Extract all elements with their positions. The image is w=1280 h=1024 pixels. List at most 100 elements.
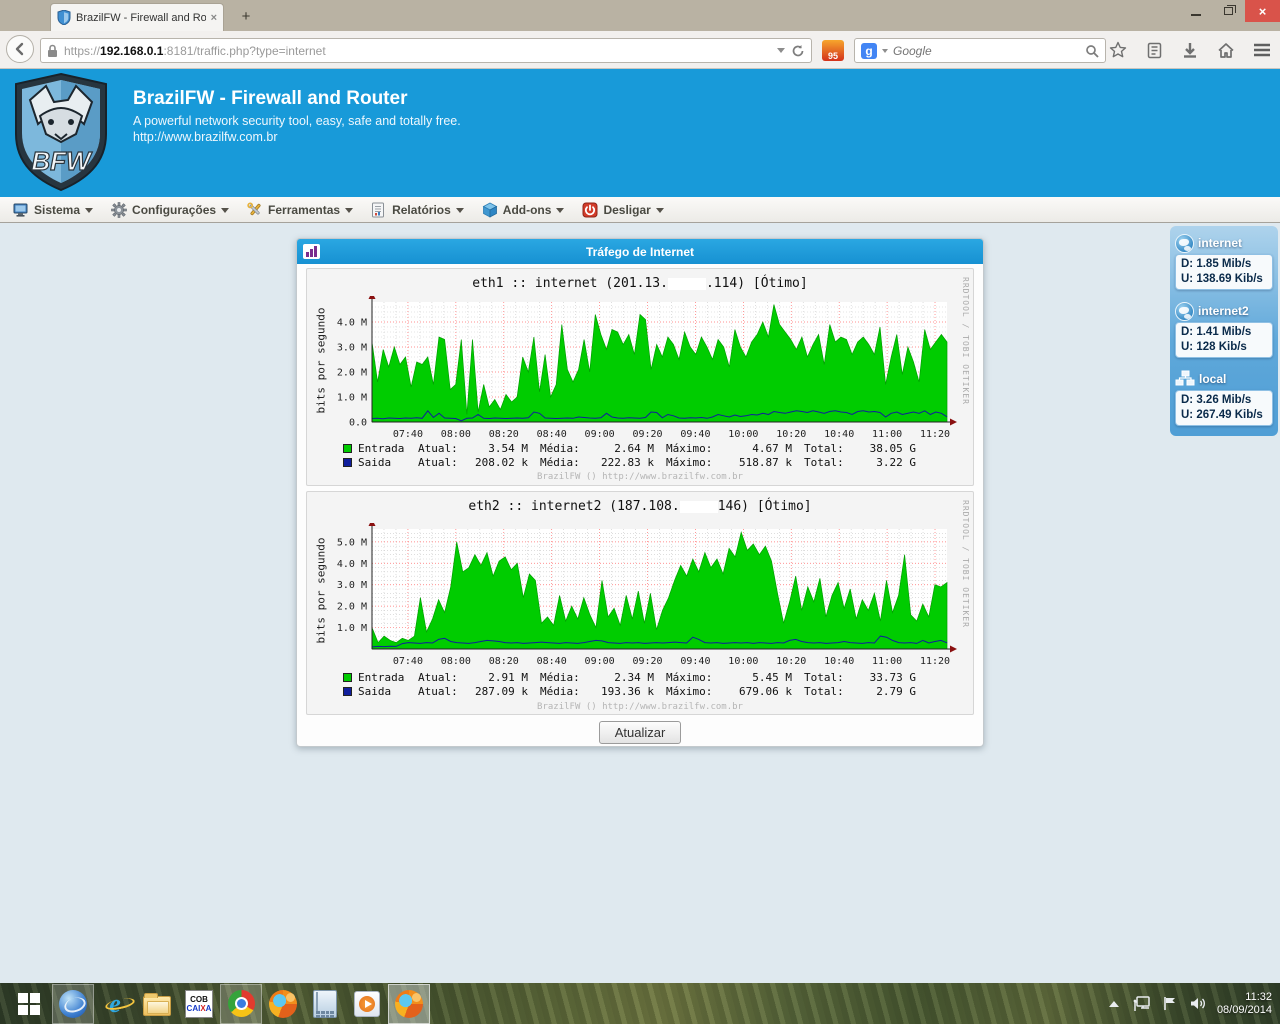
graph-legend: Entrada Atual: 3.54 M Média: 2.64 M Máximo… xyxy=(343,441,916,469)
browser-navbar: https://192.168.0.1:8181/traffic.php?typ… xyxy=(0,31,1280,69)
widget-local: local D: 3.26 Mib/s U: 267.49 Kib/s xyxy=(1175,368,1273,426)
traffic-panel: Tráfego de Internet eth1 :: internet (20… xyxy=(296,238,984,747)
back-arrow-icon xyxy=(15,42,24,56)
menu-hamburger-icon[interactable] xyxy=(1248,37,1276,63)
menu-configuracoes[interactable]: Configurações xyxy=(104,200,236,220)
browser-titlebar: BrazilFW - Firewall and Rou... × + × xyxy=(0,0,1280,31)
menu-relatorios[interactable]: Relatórios xyxy=(364,200,471,220)
extension-badge-icon[interactable]: 95 xyxy=(822,40,844,61)
censored-ip xyxy=(667,277,706,290)
menu-sistema[interactable]: Sistema xyxy=(6,200,100,220)
widget-internet2: internet2 D: 1.41 Mib/s U: 128 Kib/s xyxy=(1175,300,1273,358)
restore-button[interactable] xyxy=(1212,0,1245,22)
svg-text:10:00: 10:00 xyxy=(728,656,758,665)
browser-tab[interactable]: BrazilFW - Firewall and Rou... × xyxy=(50,3,224,31)
svg-text:09:20: 09:20 xyxy=(632,656,662,665)
taskbar-app-calculator[interactable] xyxy=(304,984,346,1024)
svg-text:08:00: 08:00 xyxy=(441,429,471,438)
chevron-down-icon xyxy=(85,207,94,213)
svg-text:09:40: 09:40 xyxy=(680,656,710,665)
engine-dropdown-icon[interactable] xyxy=(882,48,888,53)
search-icon[interactable] xyxy=(1085,44,1099,58)
reload-icon[interactable] xyxy=(791,44,805,58)
bookmark-star-icon[interactable] xyxy=(1104,37,1132,63)
globe-icon xyxy=(1175,233,1194,253)
upload-rate: U: 138.69 Kib/s xyxy=(1181,273,1263,285)
panel-title: Tráfego de Internet xyxy=(585,244,695,259)
addon-cube-icon xyxy=(482,202,498,218)
url-text: https://192.168.0.1:8181/traffic.php?typ… xyxy=(64,43,326,58)
tab-close-icon[interactable]: × xyxy=(211,12,217,24)
back-button[interactable] xyxy=(6,35,34,63)
svg-text:10:20: 10:20 xyxy=(776,656,806,665)
downloads-icon[interactable] xyxy=(1176,37,1204,63)
start-button[interactable] xyxy=(6,984,52,1024)
svg-text:5.0 M: 5.0 M xyxy=(337,537,367,548)
site-header: BFW BrazilFW - Firewall and Router A pow… xyxy=(0,69,1280,197)
desktop: BrazilFW - Firewall and Rou... × + × htt… xyxy=(0,0,1280,1024)
search-input[interactable] xyxy=(893,43,1080,58)
taskbar-app-messenger[interactable] xyxy=(52,983,94,1024)
url-bar[interactable]: https://192.168.0.1:8181/traffic.php?typ… xyxy=(40,38,812,63)
globe-icon xyxy=(1175,301,1194,321)
firefox-icon xyxy=(395,989,423,1018)
taskbar-app-media-player[interactable] xyxy=(346,984,388,1024)
action-center-flag-icon[interactable] xyxy=(1161,995,1179,1013)
logo-text: BFW xyxy=(31,146,93,176)
svg-text:09:40: 09:40 xyxy=(680,429,710,438)
power-icon xyxy=(582,202,598,218)
taskbar-app-internet-explorer[interactable]: e xyxy=(94,984,136,1024)
svg-text:11:20: 11:20 xyxy=(920,429,950,438)
chevron-down-icon xyxy=(655,207,664,213)
interface-name: internet xyxy=(1198,236,1243,250)
taskbar-app-cob-caixa[interactable]: COB CAIXA xyxy=(178,984,220,1024)
google-engine-icon[interactable]: g xyxy=(861,42,877,59)
volume-icon[interactable] xyxy=(1189,995,1207,1013)
taskbar-app-chrome[interactable] xyxy=(220,983,262,1024)
report-icon xyxy=(371,202,387,218)
messenger-sphere-icon xyxy=(59,989,87,1018)
site-url: http://www.brazilfw.com.br xyxy=(133,130,278,144)
menu-desligar[interactable]: Desligar xyxy=(575,200,670,220)
chevron-down-icon xyxy=(221,207,230,213)
brazilfw-logo: BFW xyxy=(10,72,112,192)
network-icon[interactable] xyxy=(1133,995,1151,1013)
search-bar[interactable]: g xyxy=(854,38,1106,63)
interface-name: internet2 xyxy=(1198,304,1249,318)
taskbar-app-firefox-active[interactable] xyxy=(388,983,430,1024)
window-controls: × xyxy=(1179,0,1280,22)
home-icon[interactable] xyxy=(1212,37,1240,63)
graph-title: eth1 :: internet (201.13. .114) [Ótimo] xyxy=(472,276,808,291)
svg-text:08:20: 08:20 xyxy=(489,656,519,665)
site-title: BrazilFW - Firewall and Router xyxy=(133,88,408,109)
upload-rate: U: 128 Kib/s xyxy=(1181,341,1247,353)
bookmarks-panel-icon[interactable] xyxy=(1140,37,1168,63)
menu-addons[interactable]: Add-ons xyxy=(475,200,572,220)
censored-ip xyxy=(679,500,718,513)
taskbar-app-file-explorer[interactable] xyxy=(136,984,178,1024)
download-rate: D: 1.41 Mib/s xyxy=(1181,326,1252,338)
legend-row-entrada: Entrada Atual: 2.91 M Média: 2.34 M Máximo… xyxy=(343,670,916,684)
menu-ferramentas[interactable]: Ferramentas xyxy=(240,200,360,220)
close-button[interactable]: × xyxy=(1245,0,1280,22)
tab-title: BrazilFW - Firewall and Rou... xyxy=(76,11,206,24)
svg-text:4.0 M: 4.0 M xyxy=(337,318,367,329)
refresh-button[interactable]: Atualizar xyxy=(598,721,682,744)
svg-text:11:20: 11:20 xyxy=(920,656,950,665)
svg-text:08:40: 08:40 xyxy=(537,429,567,438)
url-dropdown-icon[interactable] xyxy=(777,48,785,53)
new-tab-button[interactable]: + xyxy=(232,7,260,28)
y-axis-label: bits por segundo xyxy=(314,537,328,644)
interface-name: local xyxy=(1199,372,1227,386)
windows-taskbar: e COB CAIXA 11:32 08/09/2014 xyxy=(0,983,1280,1024)
calculator-icon xyxy=(313,989,337,1018)
navbar-icons xyxy=(1104,37,1276,63)
system-tray: 11:32 08/09/2014 xyxy=(1105,983,1276,1024)
taskbar-app-firefox[interactable] xyxy=(262,984,304,1024)
taskbar-clock[interactable]: 11:32 08/09/2014 xyxy=(1217,991,1276,1017)
hidden-icons-chevron-icon[interactable] xyxy=(1105,995,1123,1013)
download-rate: D: 1.85 Mib/s xyxy=(1181,258,1252,270)
traffic-graph-eth2: eth2 :: internet2 (187.108. 146) [Ótimo] … xyxy=(306,491,974,715)
rrd-plot-eth1: 0.0 1.0 M 2.0 M 3.0 M 4.0 M 07:40 08:00 08:20 08… xyxy=(337,296,957,438)
minimize-button[interactable] xyxy=(1179,0,1212,22)
